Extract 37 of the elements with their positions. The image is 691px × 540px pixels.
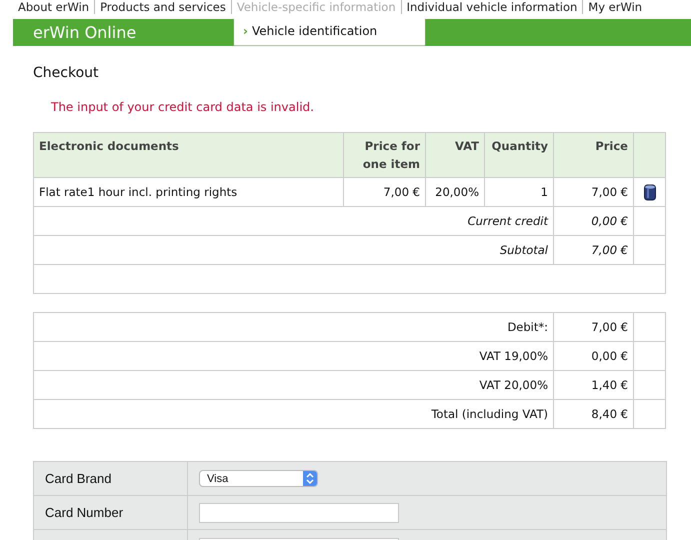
input-field[interactable] — [199, 502, 399, 522]
field-label: Card Number — [45, 505, 124, 520]
table-cell: Debit*: — [34, 312, 554, 342]
table-cell: Subtotal — [34, 236, 554, 264]
table-cell: 0,00 € — [554, 342, 634, 370]
table-cell: 7,00 € — [554, 236, 634, 264]
table-cell: 0,00 € — [554, 206, 634, 236]
column-header: Price for one item — [344, 132, 426, 178]
column-header: Electronic documents — [34, 132, 344, 178]
column-header: Price — [554, 132, 634, 178]
page-title: Checkout — [33, 65, 100, 81]
nav-link[interactable]: Products and services — [94, 0, 231, 14]
table-cell: 7,00 € — [344, 178, 426, 206]
card-brand-select[interactable]: Visa — [199, 470, 318, 487]
table-cell: VAT 20,00% — [34, 370, 554, 400]
table-cell: 7,00 € — [554, 178, 634, 206]
table-cell: 1 — [484, 178, 554, 206]
table-cell: 20,00% — [426, 178, 484, 206]
menu-item[interactable]: Vehicle identification — [252, 24, 378, 38]
table-cell: 8,40 € — [554, 400, 634, 428]
trash-icon[interactable] — [644, 184, 656, 200]
column-header: VAT — [426, 132, 484, 178]
nav-link[interactable]: Individual vehicle information — [400, 0, 582, 14]
stepper-icon — [303, 471, 317, 486]
field-label: Card Brand — [45, 471, 112, 486]
table-cell: 1,40 € — [554, 370, 634, 400]
error-message: The input of your credit card data is invalid. — [51, 100, 315, 114]
column-header: Quantity — [484, 132, 554, 178]
table-cell: Flat rate1 hour incl. printing rights — [34, 178, 344, 206]
nav-link[interactable]: My erWin — [582, 0, 648, 14]
nav-link[interactable]: About erWin — [18, 0, 94, 14]
table-cell: Current credit — [34, 206, 554, 236]
table-cell: Total (including VAT) — [34, 400, 554, 428]
table-cell: 7,00 € — [554, 312, 634, 342]
chevron-icon: › — [243, 24, 248, 38]
table-cell: VAT 19,00% — [34, 342, 554, 370]
site-title: erWin Online — [32, 23, 138, 42]
